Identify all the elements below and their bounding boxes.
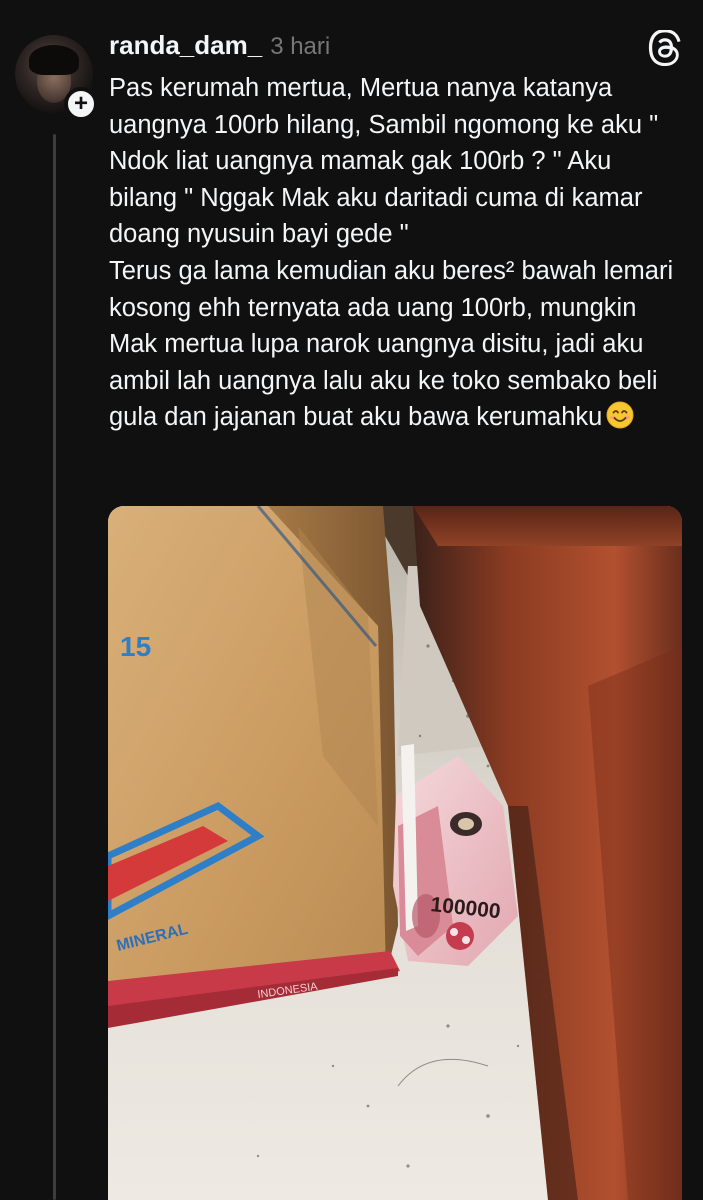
post-paragraph-1: Pas kerumah mertua, Mertua nanya katanya… — [109, 74, 659, 249]
post-photo[interactable]: 15 MINERAL INDONESIA 100000 — [108, 506, 682, 1200]
post-paragraph-2-text: Terus ga lama kemudian aku beres² bawah … — [109, 256, 674, 432]
post-timestamp[interactable]: 3 hari — [270, 33, 330, 61]
threads-logo-icon — [648, 29, 684, 66]
box-print-15: 15 — [120, 631, 151, 662]
follow-plus-icon[interactable]: + — [64, 87, 98, 121]
post-body: Pas kerumah mertua, Mertua nanya katanya… — [109, 70, 684, 436]
threads-post: + randa_dam_ 3 hari Pas kerumah mertua, … — [0, 0, 703, 1200]
post-paragraph-2: Terus ga lama kemudian aku beres² bawah … — [109, 253, 684, 436]
thread-connector-line — [53, 134, 56, 1200]
smiling-face-emoji-icon — [606, 401, 634, 429]
username[interactable]: randa_dam_ — [109, 30, 262, 61]
post-header: randa_dam_ 3 hari — [109, 30, 330, 66]
